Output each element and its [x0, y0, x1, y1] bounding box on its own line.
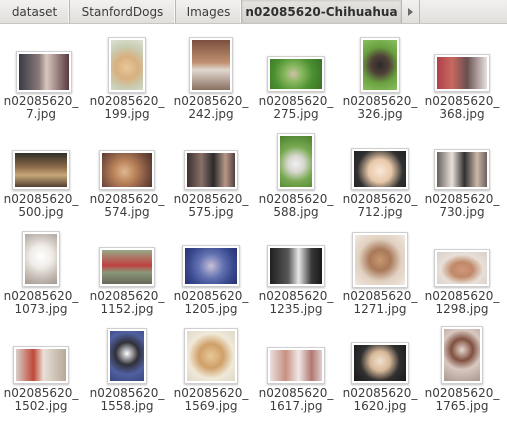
- chevron-right-icon: [408, 7, 413, 16]
- image-thumbnail: [351, 148, 409, 190]
- image-thumbnail: [267, 245, 325, 287]
- image-thumbnail: [99, 247, 155, 287]
- image-thumbnail: [277, 133, 315, 190]
- file-item[interactable]: n02085620_ 730.jpg: [421, 133, 503, 233]
- file-item[interactable]: n02085620_ 1558.jpg: [86, 326, 168, 426]
- file-name: n02085620_ 1617.jpg: [258, 386, 334, 413]
- image-thumbnail: [16, 51, 72, 93]
- image-thumbnail: [99, 150, 155, 190]
- breadcrumb-current-folder[interactable]: n02085620-Chihuahua: [242, 0, 402, 23]
- file-name: n02085620_ 1271.jpg: [342, 289, 418, 316]
- file-name: n02085620_ 1073.jpg: [3, 289, 79, 316]
- file-item[interactable]: n02085620_ 326.jpg: [339, 37, 421, 137]
- file-item[interactable]: n02085620_ 1620.jpg: [339, 326, 421, 426]
- image-thumbnail: [360, 37, 400, 93]
- file-item[interactable]: n02085620_ 712.jpg: [339, 133, 421, 233]
- breadcrumb-images[interactable]: Images: [176, 0, 242, 23]
- file-item[interactable]: n02085620_ 1271.jpg: [339, 229, 421, 329]
- file-name: n02085620_ 588.jpg: [258, 192, 334, 219]
- file-item[interactable]: n02085620_ 1298.jpg: [421, 229, 503, 329]
- file-name: n02085620_ 275.jpg: [258, 94, 334, 121]
- image-thumbnail: [267, 347, 325, 384]
- file-item[interactable]: n02085620_ 500.jpg: [0, 133, 82, 233]
- file-item[interactable]: n02085620_ 574.jpg: [86, 133, 168, 233]
- image-thumbnail: [107, 328, 147, 384]
- file-name: n02085620_ 500.jpg: [3, 192, 79, 219]
- image-thumbnail: [12, 150, 70, 190]
- file-name: n02085620_ 1152.jpg: [89, 289, 165, 316]
- file-name: n02085620_ 1569.jpg: [173, 386, 249, 413]
- file-item[interactable]: n02085620_ 275.jpg: [255, 37, 337, 137]
- file-icon-grid: n02085620_ 7.jpg n02085620_ 199.jpg n02085…: [0, 24, 507, 422]
- image-thumbnail: [351, 342, 409, 384]
- file-name: n02085620_ 1765.jpg: [424, 386, 500, 413]
- path-bar: dataset StanfordDogs Images n02085620-Ch…: [0, 0, 507, 24]
- image-thumbnail: [184, 150, 238, 190]
- file-name: n02085620_ 199.jpg: [89, 94, 165, 121]
- image-thumbnail: [434, 249, 490, 287]
- image-thumbnail: [434, 54, 490, 92]
- file-item[interactable]: n02085620_ 1502.jpg: [0, 326, 82, 426]
- file-item[interactable]: n02085620_ 1569.jpg: [170, 326, 252, 426]
- file-item[interactable]: n02085620_ 1205.jpg: [170, 229, 252, 329]
- file-name: n02085620_ 575.jpg: [173, 192, 249, 219]
- file-item[interactable]: n02085620_ 242.jpg: [170, 37, 252, 137]
- image-thumbnail: [184, 328, 238, 384]
- image-thumbnail: [441, 326, 483, 384]
- file-name: n02085620_ 712.jpg: [342, 192, 418, 219]
- image-thumbnail: [434, 149, 490, 190]
- file-name: n02085620_ 1205.jpg: [173, 289, 249, 316]
- file-name: n02085620_ 730.jpg: [424, 192, 500, 219]
- file-name: n02085620_ 7.jpg: [3, 94, 79, 121]
- image-thumbnail: [189, 37, 233, 93]
- file-name: n02085620_ 574.jpg: [89, 192, 165, 219]
- file-name: n02085620_ 1298.jpg: [424, 289, 500, 316]
- file-name: n02085620_ 1558.jpg: [89, 386, 165, 413]
- file-item[interactable]: n02085620_ 1073.jpg: [0, 229, 82, 329]
- file-name: n02085620_ 1620.jpg: [342, 386, 418, 413]
- file-name: n02085620_ 242.jpg: [173, 94, 249, 121]
- file-name: n02085620_ 368.jpg: [424, 94, 500, 121]
- breadcrumb-dataset[interactable]: dataset: [0, 0, 70, 23]
- file-item[interactable]: n02085620_ 575.jpg: [170, 133, 252, 233]
- file-name: n02085620_ 326.jpg: [342, 94, 418, 121]
- file-item[interactable]: n02085620_ 368.jpg: [421, 37, 503, 137]
- file-item[interactable]: n02085620_ 1617.jpg: [255, 326, 337, 426]
- file-item[interactable]: n02085620_ 199.jpg: [86, 37, 168, 137]
- image-thumbnail: [182, 245, 240, 287]
- breadcrumb-stanforddogs[interactable]: StanfordDogs: [70, 0, 176, 23]
- image-thumbnail: [13, 346, 69, 384]
- image-thumbnail: [108, 37, 146, 93]
- file-item[interactable]: n02085620_ 1152.jpg: [86, 229, 168, 329]
- file-name: n02085620_ 1502.jpg: [3, 386, 79, 413]
- image-thumbnail: [22, 231, 60, 287]
- file-item[interactable]: n02085620_ 588.jpg: [255, 133, 337, 233]
- file-item[interactable]: n02085620_ 7.jpg: [0, 37, 82, 137]
- image-thumbnail: [352, 232, 408, 288]
- file-item[interactable]: n02085620_ 1765.jpg: [421, 326, 503, 426]
- image-thumbnail: [267, 56, 325, 92]
- file-item[interactable]: n02085620_ 1235.jpg: [255, 229, 337, 329]
- breadcrumb-forward-button[interactable]: [402, 0, 420, 23]
- file-name: n02085620_ 1235.jpg: [258, 289, 334, 316]
